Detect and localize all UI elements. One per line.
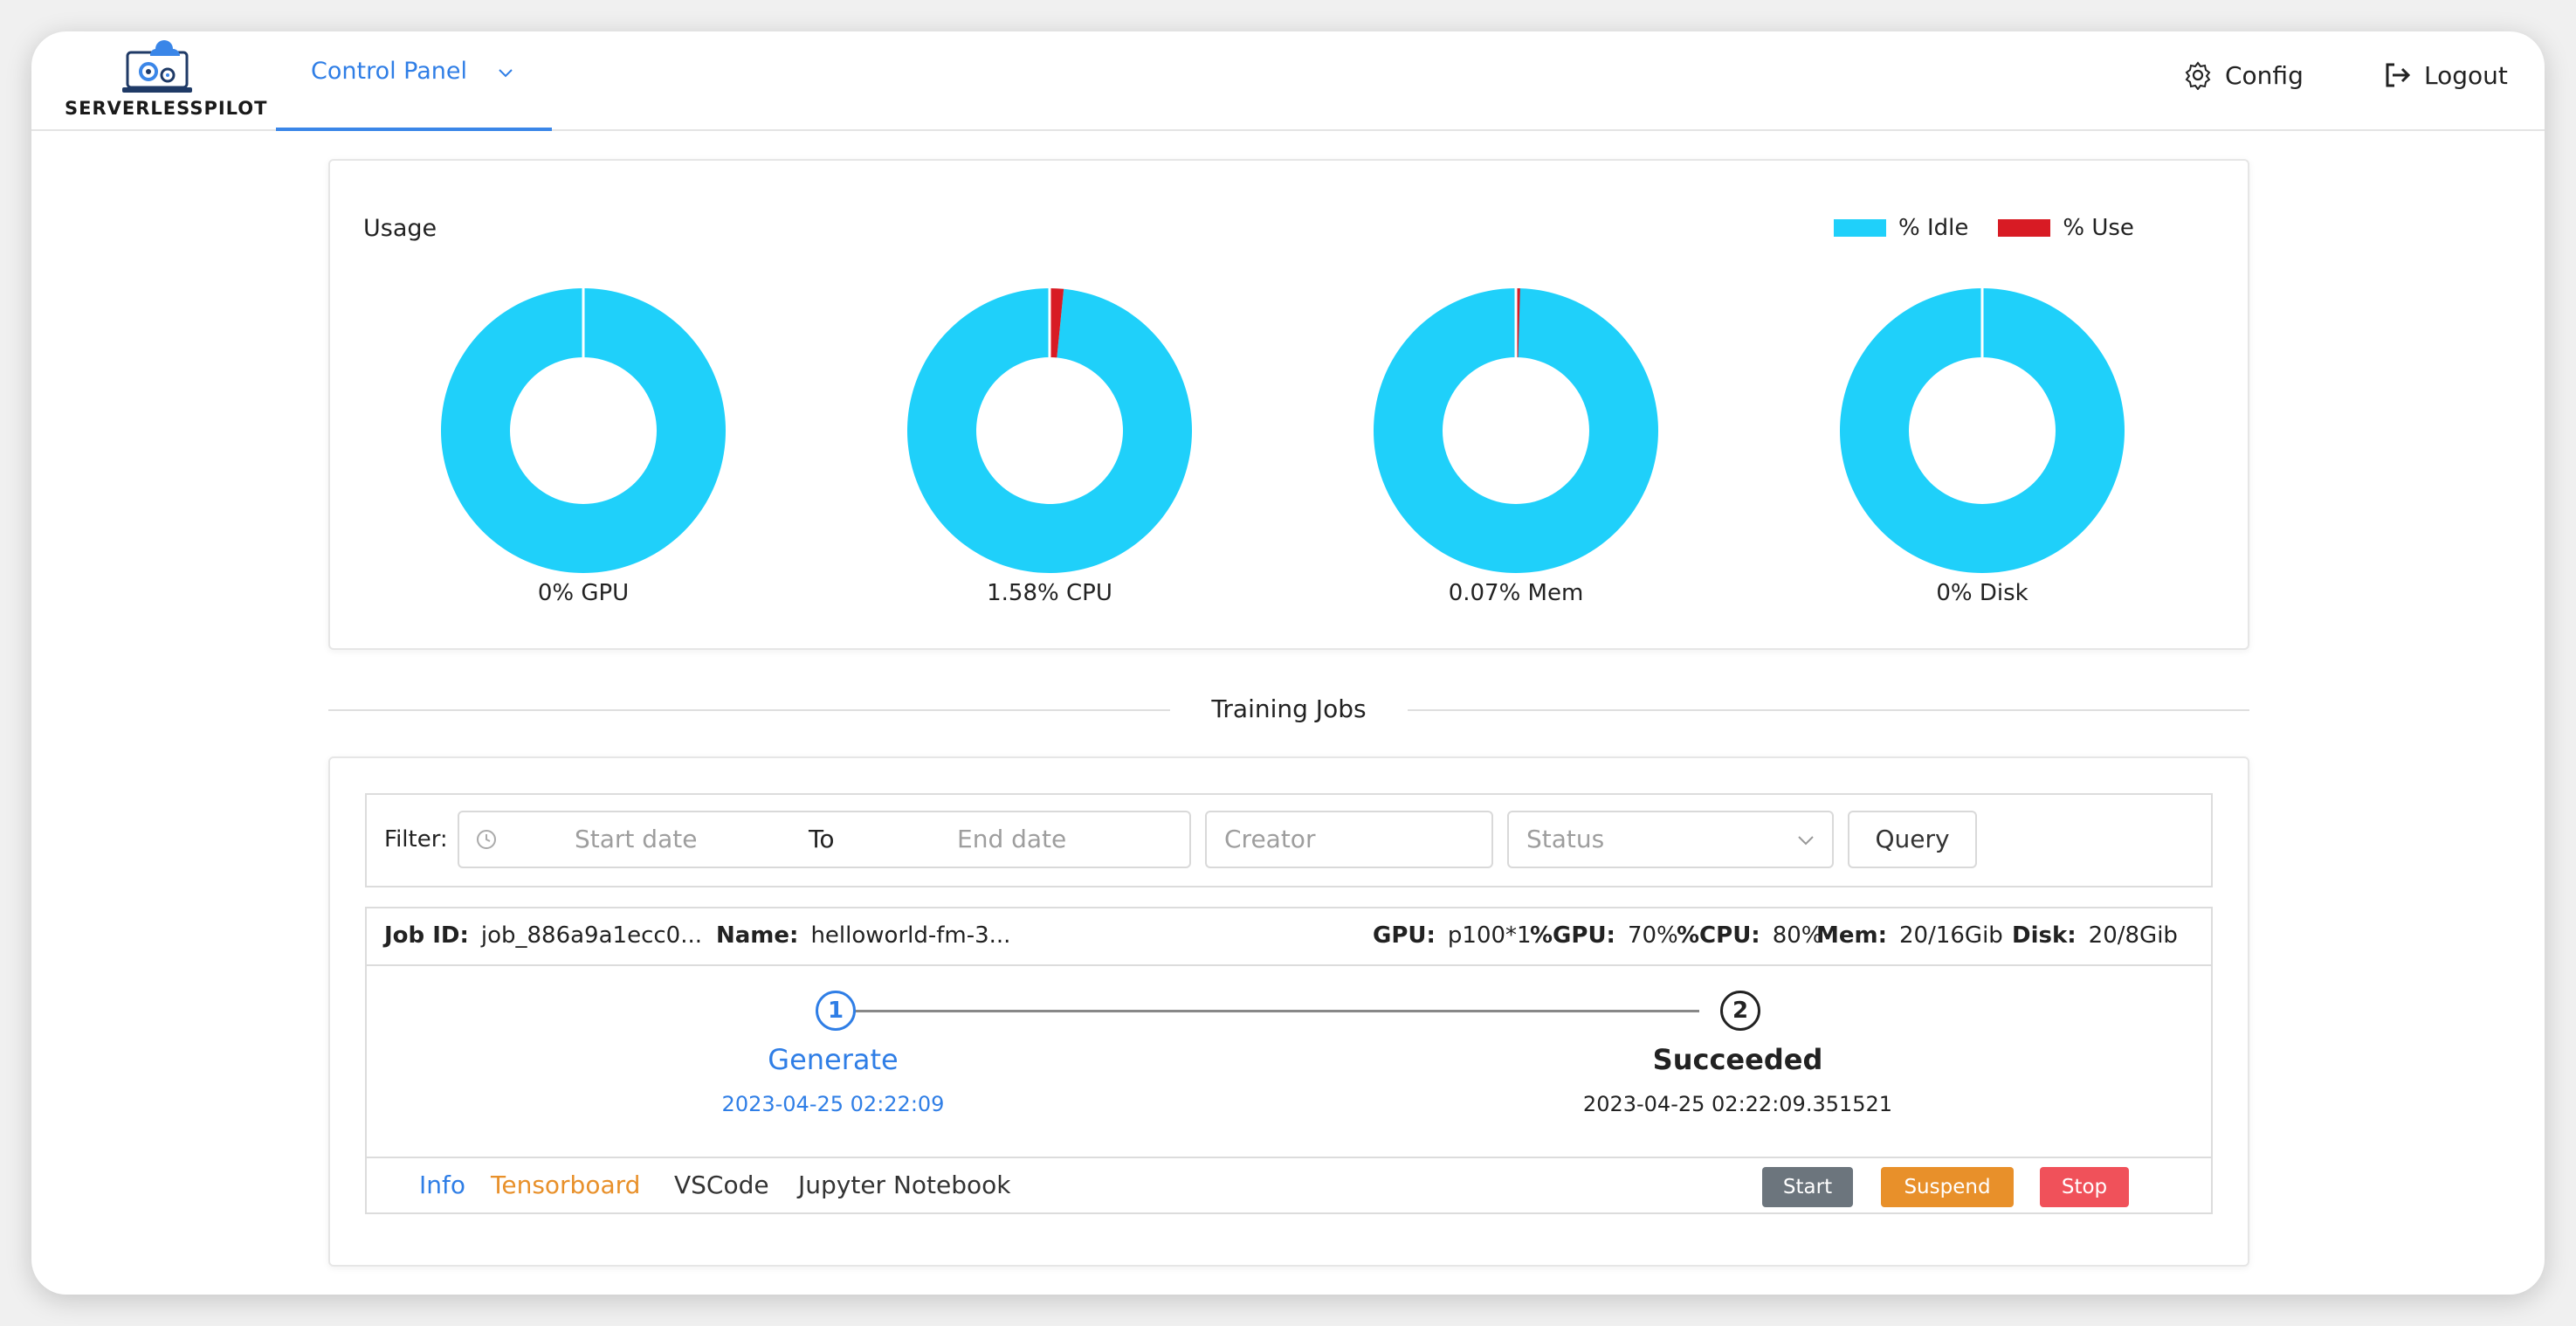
- chevron-down-icon: [499, 69, 513, 78]
- donut-mem: 0.07% Mem: [1367, 287, 1664, 606]
- donut-label: 0% Disk: [1936, 580, 2028, 606]
- stop-button[interactable]: Stop: [2040, 1167, 2129, 1207]
- step-1-title: Generate: [768, 1043, 899, 1076]
- creator-placeholder: Creator: [1224, 825, 1316, 853]
- pcpu-value: 80%: [1772, 922, 1823, 949]
- logo-icon: [122, 40, 192, 93]
- info-link[interactable]: Info: [419, 1171, 465, 1199]
- job-pgpu: %GPU: 70%: [1530, 922, 1678, 949]
- config-label: Config: [2225, 60, 2304, 90]
- job-id: Job ID: job_886a9a1ecc0...: [384, 922, 702, 949]
- query-button[interactable]: Query: [1848, 811, 1977, 868]
- donut-label: 1.58% CPU: [987, 580, 1112, 606]
- job-id-key: Job ID:: [384, 922, 469, 949]
- legend-use-swatch: [1998, 219, 2051, 237]
- donut-chart: [441, 288, 726, 573]
- filter-label: Filter:: [384, 826, 448, 853]
- donut-chart: [1374, 288, 1658, 573]
- job-id-value: job_886a9a1ecc0...: [480, 922, 702, 949]
- end-date-placeholder[interactable]: End date: [957, 825, 1066, 853]
- top-header: SERVERLESSPILOT Control Panel Config Log…: [31, 31, 2545, 131]
- chevron-down-icon: [1798, 836, 1814, 846]
- logo-text: SERVERLESSPILOT: [65, 98, 268, 119]
- date-range-picker[interactable]: Start date To End date: [458, 811, 1191, 868]
- status-placeholder: Status: [1526, 825, 1605, 853]
- mem-value: 20/16Gib: [1899, 922, 2003, 949]
- job-name-value: helloworld-fm-3...: [810, 922, 1011, 949]
- step-1-circle: 1: [816, 991, 856, 1031]
- job-disk: Disk: 20/8Gib: [2012, 922, 2178, 949]
- legend: % Idle % Use: [1834, 215, 2134, 241]
- suspend-button[interactable]: Suspend: [1881, 1167, 2014, 1207]
- legend-idle-swatch: [1834, 219, 1886, 237]
- logout-button[interactable]: Logout: [2382, 56, 2508, 94]
- logout-label: Logout: [2424, 60, 2508, 90]
- step-2-date: 2023-04-25 02:22:09.351521: [1582, 1092, 1893, 1116]
- tensorboard-link[interactable]: Tensorboard: [491, 1171, 640, 1199]
- job-actions: Info Tensorboard VSCode Jupyter Notebook…: [367, 1157, 2211, 1214]
- gpu-value: p100*1: [1447, 922, 1532, 949]
- creator-input[interactable]: Creator: [1205, 811, 1493, 868]
- pgpu-value: 70%: [1627, 922, 1678, 949]
- app-logo[interactable]: SERVERLESSPILOT: [65, 37, 268, 128]
- step-2-circle: 2: [1720, 991, 1760, 1031]
- app-window: SERVERLESSPILOT Control Panel Config Log…: [31, 31, 2545, 1295]
- donut-gpu: 0% GPU: [435, 287, 732, 606]
- clock-icon: [477, 830, 496, 849]
- disk-key: Disk:: [2012, 922, 2077, 949]
- logout-icon: [2386, 63, 2411, 87]
- donut-label: 0.07% Mem: [1448, 580, 1584, 606]
- job-name-key: Name:: [716, 922, 799, 949]
- gpu-key: GPU:: [1373, 922, 1436, 949]
- job-mem: Mem: 20/16Gib: [1816, 922, 2003, 949]
- mem-key: Mem:: [1816, 922, 1887, 949]
- job-gpu: GPU: p100*1: [1373, 922, 1532, 949]
- legend-use-label: % Use: [2063, 215, 2134, 241]
- donut-chart: [907, 288, 1192, 573]
- section-divider: Training Jobs: [328, 692, 2249, 727]
- gear-icon: [2185, 61, 2211, 90]
- jobs-card: Filter: Start date To End date Creator S…: [328, 756, 2249, 1267]
- config-button[interactable]: Config: [2183, 56, 2304, 94]
- nav-tab-control-panel[interactable]: Control Panel: [276, 31, 552, 131]
- start-button[interactable]: Start: [1762, 1167, 1853, 1207]
- donut-chart: [1840, 288, 2125, 573]
- step-2-title: Succeeded: [1652, 1043, 1823, 1076]
- pgpu-key: %GPU:: [1530, 922, 1615, 949]
- status-select[interactable]: Status: [1507, 811, 1834, 868]
- jupyter-link[interactable]: Jupyter Notebook: [798, 1171, 1011, 1199]
- pcpu-key: %CPU:: [1677, 922, 1760, 949]
- job-name: Name: helloworld-fm-3...: [716, 922, 1010, 949]
- donut-disk: 0% Disk: [1834, 287, 2131, 606]
- disk-value: 20/8Gib: [2088, 922, 2178, 949]
- start-date-placeholder[interactable]: Start date: [575, 825, 697, 853]
- step-connector: [845, 1010, 1699, 1012]
- usage-title: Usage: [363, 215, 437, 242]
- usage-card: Usage % Idle % Use 0% GPU 1.58% CPU 0.07…: [328, 159, 2249, 650]
- job-pcpu: %CPU: 80%: [1677, 922, 1823, 949]
- legend-idle-label: % Idle: [1898, 215, 1969, 241]
- section-title: Training Jobs: [1211, 694, 1367, 723]
- job-item: Job ID: job_886a9a1ecc0... Name: helloworl…: [365, 907, 2213, 1214]
- nav-tab-label: Control Panel: [311, 58, 468, 85]
- filter-bar: Filter: Start date To End date Creator S…: [365, 793, 2213, 887]
- step-1-date: 2023-04-25 02:22:09: [721, 1092, 945, 1116]
- donut-cpu: 1.58% CPU: [901, 287, 1198, 606]
- vscode-link[interactable]: VSCode: [674, 1171, 769, 1199]
- to-label: To: [809, 825, 835, 853]
- job-header: Job ID: job_886a9a1ecc0... Name: helloworl…: [367, 908, 2211, 966]
- donut-label: 0% GPU: [537, 580, 630, 606]
